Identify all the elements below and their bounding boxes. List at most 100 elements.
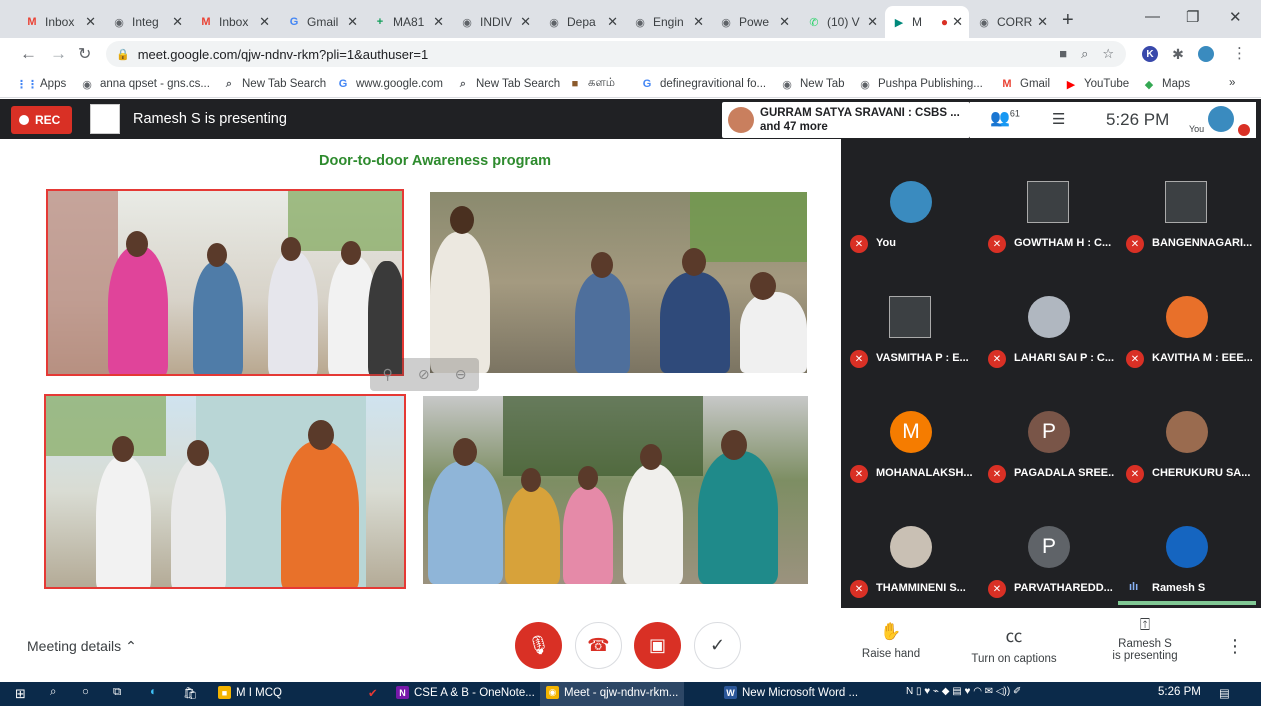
tab-close-icon[interactable]: ✕ bbox=[347, 14, 358, 30]
tab-close-icon[interactable]: ✕ bbox=[693, 14, 704, 30]
participant-tile[interactable]: ✕ You bbox=[841, 139, 979, 254]
browser-tab[interactable]: G Gmail ✕ bbox=[280, 6, 364, 38]
pin-icon[interactable]: ⚲ bbox=[383, 366, 393, 383]
participant-name: CHERUKURU SA... bbox=[1152, 467, 1251, 479]
browser-tab[interactable]: + MA81 ✕ bbox=[366, 6, 450, 38]
browser-tab[interactable]: ◉ CORR ✕ bbox=[970, 6, 1054, 38]
leave-call-button[interactable]: ☎ bbox=[575, 622, 622, 669]
participant-grid: ✕ You ✕ GOWTHAM H : C... ✕ BANGENNAGARI... ✕ VA… bbox=[841, 139, 1261, 608]
web-icon: ◉ bbox=[721, 16, 731, 29]
participants-summary[interactable]: GURRAM SATYA SRAVANI : CSBS ... and 47 m… bbox=[722, 102, 970, 138]
tab-close-icon[interactable]: ✕ bbox=[259, 14, 270, 30]
bookmark-item[interactable]: ■ களம் bbox=[568, 77, 615, 91]
maximize-button[interactable]: ❐ bbox=[1186, 8, 1199, 26]
bookmark-item[interactable]: Gwww.google.com bbox=[336, 77, 443, 91]
more-options-icon[interactable]: ⋮ bbox=[1226, 636, 1244, 657]
tab-close-icon[interactable]: ✕ bbox=[433, 14, 444, 30]
bookmark-item[interactable]: ⋮⋮ Apps bbox=[16, 77, 66, 91]
participant-tile[interactable]: M ✕ MOHANALAKSH... bbox=[841, 369, 979, 484]
cortana-icon[interactable]: ○ bbox=[82, 686, 89, 698]
browser-tab[interactable]: ◉ Integ ✕ bbox=[105, 6, 189, 38]
participant-tile[interactable]: ✕ GOWTHAM H : C... bbox=[979, 139, 1117, 254]
meeting-time: 5:26 PM bbox=[1106, 110, 1170, 129]
forward-button[interactable]: → bbox=[50, 44, 67, 64]
bookmark-item[interactable]: ⌕ New Tab Search bbox=[456, 77, 560, 91]
tab-close-icon[interactable]: ✕ bbox=[172, 14, 183, 30]
participant-tile[interactable]: P ✕ PAGADALA SREE... bbox=[979, 369, 1117, 484]
tile-hover-controls[interactable]: ⚲ ⊘ ⊖ bbox=[370, 358, 479, 391]
participant-tile[interactable]: ılı Ramesh S bbox=[1117, 484, 1255, 599]
reload-button[interactable]: ↻ bbox=[78, 44, 91, 64]
participant-tile[interactable]: ✕ VASMITHA P : E... bbox=[841, 254, 979, 369]
participant-tile[interactable]: ✕ THAMMINENI S... bbox=[841, 484, 979, 599]
mic-toggle-button[interactable]: 🎙 bbox=[515, 622, 562, 669]
store-icon[interactable]: 🛍 bbox=[183, 686, 198, 700]
raise-hand-button[interactable]: ✋ Raise hand bbox=[860, 622, 922, 660]
captions-button[interactable]: ㏄ Turn on captions bbox=[968, 622, 1060, 665]
bookmark-item[interactable]: ◆ Maps bbox=[1142, 77, 1190, 91]
back-button[interactable]: ← bbox=[20, 44, 37, 64]
search-icon[interactable]: ⌕ bbox=[50, 686, 56, 699]
present-now-button[interactable]: ⍐ Ramesh Sis presenting bbox=[1110, 615, 1180, 662]
extensions-puzzle-icon[interactable]: ✱ bbox=[1170, 46, 1186, 62]
browser-menu-icon[interactable]: ⋮ bbox=[1232, 44, 1247, 62]
profile-avatar[interactable] bbox=[1198, 46, 1214, 62]
tab-close-icon[interactable]: ✕ bbox=[607, 14, 618, 30]
notification-icon[interactable]: ▤ bbox=[1219, 686, 1230, 700]
participant-tile[interactable]: ✕ BANGENNAGARI... bbox=[1117, 139, 1255, 254]
system-tray-icons: N ▯ ♥ ⌁ ◆ ▤ ♥ ◠ ✉ ◁)) ✐ bbox=[906, 686, 1022, 697]
red-check-icon[interactable]: ✔ bbox=[368, 686, 378, 700]
camera-toggle-button[interactable]: ▣ bbox=[634, 622, 681, 669]
taskbar-item[interactable]: N CSE A & B - OneNote... bbox=[396, 686, 535, 699]
browser-tab[interactable]: ◉ Powe ✕ bbox=[712, 6, 796, 38]
minimize-button[interactable]: — bbox=[1145, 8, 1160, 25]
taskbar-item[interactable]: ■ M I MCQ bbox=[218, 686, 282, 699]
participant-tile[interactable]: ✕ LAHARI SAI P : C... bbox=[979, 254, 1117, 369]
windows-start-icon[interactable]: ⊞ bbox=[15, 686, 26, 702]
tab-close-icon[interactable]: ✕ bbox=[867, 14, 878, 30]
browser-tab[interactable]: ◉ Depa ✕ bbox=[540, 6, 624, 38]
people-button[interactable]: 👥61 bbox=[990, 108, 1020, 128]
browser-tab[interactable]: M Inbox ✕ bbox=[18, 6, 102, 38]
tab-close-icon[interactable]: ✕ bbox=[85, 14, 96, 30]
taskbar-item[interactable]: ◉ Meet - qjw-ndnv-rkm... bbox=[546, 686, 678, 699]
bookmark-item[interactable]: ◉ New Tab bbox=[780, 77, 845, 91]
bookmark-item[interactable]: ▶ YouTube bbox=[1064, 77, 1129, 91]
bookmark-item[interactable]: Gdefinegravitional fo... bbox=[640, 77, 766, 91]
bookmark-item[interactable]: M Gmail bbox=[1000, 77, 1050, 91]
tab-label: Inbox bbox=[219, 15, 249, 29]
tab-close-icon[interactable]: ✕ bbox=[1037, 14, 1048, 30]
address-bar[interactable]: 🔒 meet.google.com/qjw-ndnv-rkm?pli=1&aut… bbox=[106, 41, 1126, 67]
bookmark-item[interactable]: ⌕ New Tab Search bbox=[222, 77, 326, 91]
meeting-details-button[interactable]: Meeting details ⌃ bbox=[27, 638, 137, 655]
tab-close-icon[interactable]: ✕ bbox=[520, 14, 531, 30]
browser-tab[interactable]: ◉ INDIV ✕ bbox=[453, 6, 537, 38]
bookmark-label: New Tab bbox=[800, 78, 845, 90]
browser-tab[interactable]: ✆ (10) V ✕ bbox=[800, 6, 884, 38]
close-window-button[interactable]: ✕ bbox=[1229, 8, 1242, 26]
browser-tab[interactable]: ▶ M ● ✕ bbox=[885, 6, 969, 38]
taskbar-item[interactable]: W New Microsoft Word ... bbox=[724, 686, 858, 699]
extension-k-icon[interactable]: K bbox=[1142, 46, 1158, 62]
present-check-button[interactable]: ✓ bbox=[694, 622, 741, 669]
task-view-icon[interactable]: ⧉ bbox=[113, 686, 121, 699]
edge-icon[interactable]: ◐ bbox=[150, 686, 157, 698]
participant-tile[interactable]: ✕ CHERUKURU SA... bbox=[1117, 369, 1255, 484]
browser-tab[interactable]: ◉ Engin ✕ bbox=[626, 6, 710, 38]
browser-tab[interactable]: M Inbox ✕ bbox=[192, 6, 276, 38]
chat-icon[interactable]: ☰ bbox=[1052, 110, 1065, 128]
camera-icon[interactable]: ■ bbox=[1059, 46, 1067, 62]
participant-tile[interactable]: P ✕ PARVATHAREDD... bbox=[979, 484, 1117, 599]
star-icon[interactable]: ☆ bbox=[1102, 46, 1114, 62]
more-bookmarks-icon[interactable]: » bbox=[1229, 77, 1235, 89]
tab-close-icon[interactable]: ✕ bbox=[952, 14, 963, 30]
new-tab-button[interactable]: + bbox=[1062, 9, 1074, 32]
tab-close-icon[interactable]: ✕ bbox=[779, 14, 790, 30]
remove-icon[interactable]: ⊖ bbox=[455, 366, 467, 383]
zoom-icon[interactable]: ⌕ bbox=[1081, 46, 1088, 62]
participant-tile[interactable]: ✕ KAVITHA M : EEE... bbox=[1117, 254, 1255, 369]
bookmark-item[interactable]: ◉ anna qpset - gns.cs... bbox=[80, 77, 210, 91]
mute-tile-icon[interactable]: ⊘ bbox=[418, 366, 430, 383]
bookmark-item[interactable]: ◉ Pushpa Publishing... bbox=[858, 77, 983, 91]
self-avatar[interactable] bbox=[1208, 106, 1234, 132]
